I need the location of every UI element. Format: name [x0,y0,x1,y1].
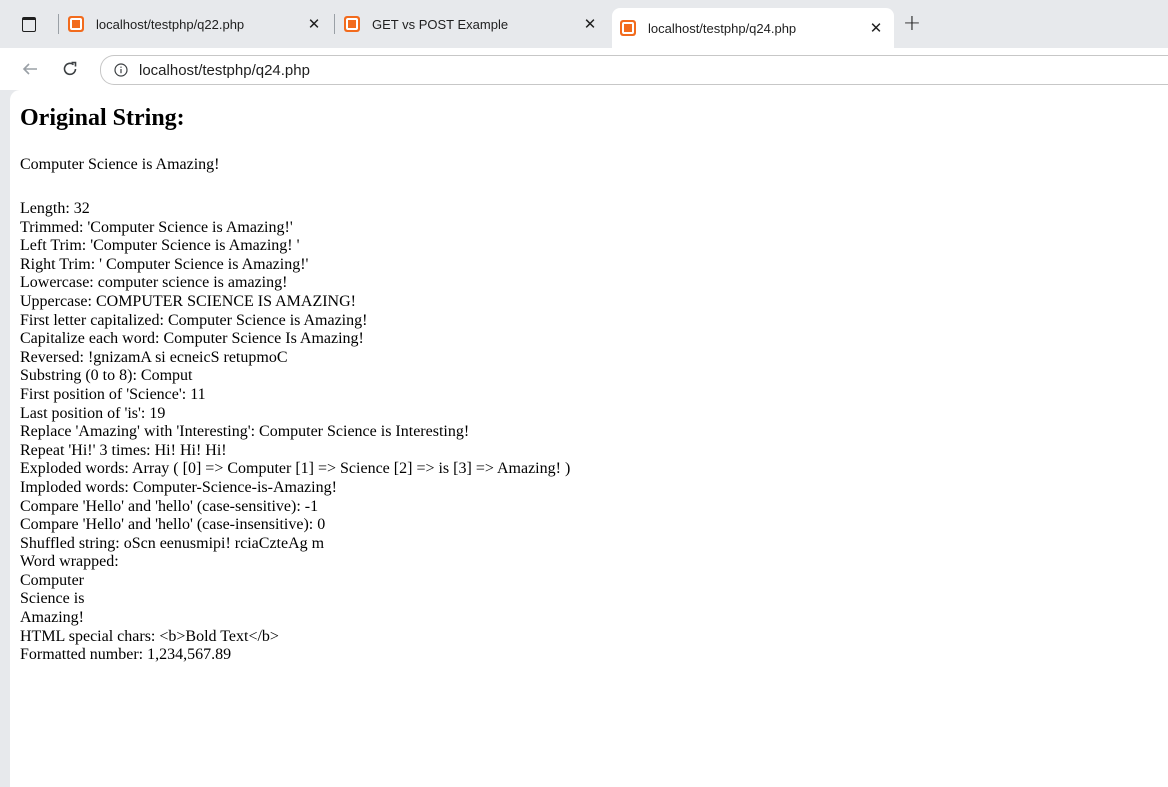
tab-get-vs-post[interactable]: GET vs POST Example ✕ [336,8,608,40]
output-line: Reversed: !gnizamA si ecneicS retupmoC [20,348,288,366]
url-text: localhost/testphp/q24.php [139,61,310,79]
output-line: Compare 'Hello' and 'hello' (case-sensit… [20,497,319,515]
close-icon[interactable]: ✕ [304,14,324,34]
page-heading: Original String: [20,105,185,131]
output-line: Lowercase: computer science is amazing! [20,274,288,292]
output-line: Shuffled string: oScn eenusmipi! rciaCzt… [20,534,325,552]
back-arrow-icon [22,63,37,75]
reload-button[interactable] [57,56,83,82]
xampp-favicon-icon [68,16,84,32]
close-icon[interactable]: ✕ [580,14,600,34]
output-lines: Length: 32 Trimmed: 'Computer Science is … [20,200,570,665]
tab-title: GET vs POST Example [372,16,509,32]
output-line: Computer [20,571,84,589]
address-bar[interactable]: localhost/testphp/q24.php [100,55,1168,85]
tab-strip: localhost/testphp/q22.php ✕ GET vs POST … [0,0,1168,48]
output-line: Last position of 'is': 19 [20,404,166,422]
tab-q22[interactable]: localhost/testphp/q22.php ✕ [60,8,332,40]
output-line: Repeat 'Hi!' 3 times: Hi! Hi! Hi! [20,441,227,459]
xampp-favicon-icon [620,20,636,36]
browser-toolbar: localhost/testphp/q24.php [0,48,1168,90]
tab-actions-button[interactable] [18,13,40,35]
output-line: Right Trim: ' Computer Science is Amazin… [20,255,309,273]
tab-q24[interactable]: localhost/testphp/q24.php ✕ [612,8,894,48]
tab-title: localhost/testphp/q22.php [96,16,245,32]
output-line: Compare 'Hello' and 'hello' (case-insens… [20,516,326,534]
output-line: Uppercase: COMPUTER SCIENCE IS AMAZING! [20,292,356,310]
tab-divider [334,14,335,34]
site-info-icon[interactable] [113,62,129,78]
output-line: Formatted number: 1,234,567.89 [20,646,232,664]
page-viewport: Original String: Computer Science is Ama… [10,90,1168,787]
close-icon[interactable]: ✕ [866,18,886,38]
output-line: Word wrapped: [20,553,119,571]
back-button[interactable] [17,56,43,82]
output-line: Replace 'Amazing' with 'Interesting': Co… [20,423,470,441]
window-icon [22,16,36,32]
reload-icon [63,61,77,76]
output-line: First letter capitalized: Computer Scien… [20,311,368,329]
output-line: Imploded words: Computer-Science-is-Amaz… [20,478,337,496]
tab-divider [58,14,59,34]
output-line: Amazing! [20,609,84,627]
output-line: Capitalize each word: Computer Science I… [20,330,364,348]
output-line: Substring (0 to 8): Comput [20,367,193,385]
new-tab-button[interactable]: + [900,12,924,36]
output-line: Left Trim: 'Computer Science is Amazing!… [20,237,300,255]
output-line: Length: 32 [20,200,90,217]
xampp-favicon-icon [344,16,360,32]
tab-title: localhost/testphp/q24.php [648,20,797,36]
original-string: Computer Science is Amazing! [20,156,220,173]
output-line: HTML special chars: <b>Bold Text</b> [20,627,279,645]
output-line: Science is [20,590,85,608]
output-line: Exploded words: Array ( [0] => Computer … [20,460,571,478]
output-line: First position of 'Science': 11 [20,385,206,403]
output-line: Trimmed: 'Computer Science is Amazing!' [20,218,293,236]
